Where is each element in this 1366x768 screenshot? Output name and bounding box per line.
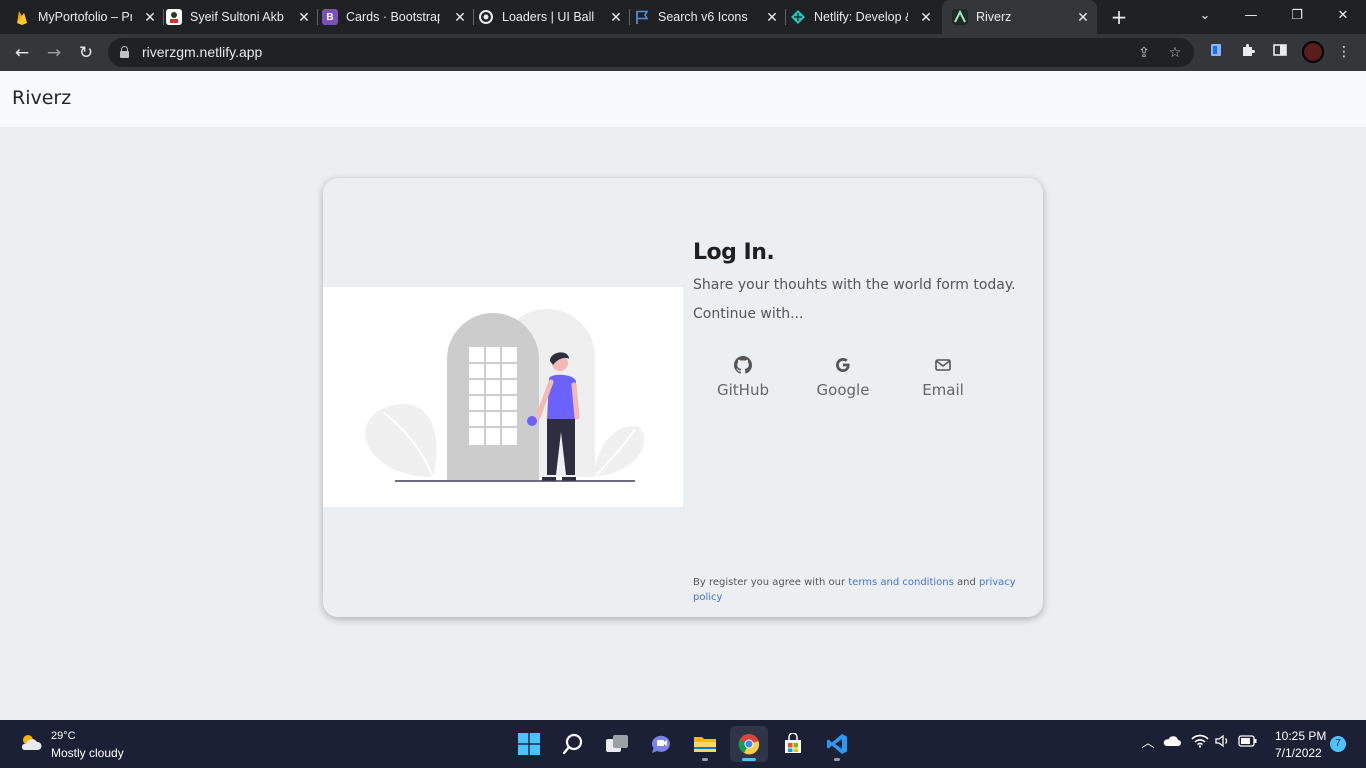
provider-label: GitHub [717, 381, 769, 399]
bookmark-star-icon[interactable]: ☆ [1165, 43, 1185, 63]
page-content: Riverz Log In. Share your thouhts with t… [0, 71, 1366, 720]
close-tab-icon[interactable]: ✕ [918, 9, 934, 25]
bootstrap-icon: B [322, 9, 338, 25]
provider-label: Google [816, 381, 870, 399]
terms-text: By register you agree with our terms and… [693, 575, 1038, 605]
start-button[interactable] [510, 726, 548, 762]
close-tab-icon[interactable]: ✕ [608, 9, 624, 25]
profile-avatar[interactable] [1302, 41, 1324, 63]
tab-title: Syeif Sultoni Akba [190, 10, 284, 24]
weather-description[interactable]: Mostly cloudy [51, 746, 124, 760]
chrome-taskbar-icon[interactable] [730, 726, 768, 762]
reload-icon[interactable]: ↻ [73, 40, 99, 66]
weather-cloudy-icon[interactable] [18, 730, 44, 756]
brand-logo-text[interactable]: Riverz [12, 87, 71, 109]
close-tab-icon[interactable]: ✕ [1075, 9, 1091, 25]
riverz-favicon [952, 9, 968, 25]
envelope-icon [934, 356, 952, 374]
task-view-icon[interactable] [598, 726, 636, 762]
close-tab-icon[interactable]: ✕ [764, 9, 780, 25]
tab-separator [785, 9, 786, 25]
close-tab-icon[interactable]: ✕ [452, 9, 468, 25]
profile-favicon [166, 9, 182, 25]
browser-tab-uiball[interactable]: Loaders | UI Ball ✕ [478, 0, 630, 34]
firebase-icon [14, 9, 30, 25]
volume-icon[interactable] [1213, 734, 1233, 754]
github-login-button[interactable]: GitHub [693, 356, 793, 408]
terms-prefix: By register you agree with our [693, 577, 849, 588]
login-illustration [323, 287, 683, 507]
tab-title: MyPortofolio – Pr [38, 10, 132, 24]
tab-title: Netlify: Develop & [814, 10, 908, 24]
browser-tab-riverz[interactable]: Riverz ✕ [942, 0, 1097, 34]
chat-icon[interactable] [642, 726, 680, 762]
battery-icon[interactable] [1238, 734, 1258, 754]
tab-title: Cards · Bootstrap [346, 10, 440, 24]
netlify-icon [790, 9, 806, 25]
tab-separator [317, 9, 318, 25]
login-subtitle: Share your thouhts with the world form t… [693, 277, 1016, 293]
clock-time[interactable]: 10:25 PM [1275, 729, 1326, 743]
file-explorer-icon[interactable] [686, 726, 724, 762]
google-login-button[interactable]: Google [793, 356, 893, 408]
restore-button[interactable]: ❐ [1274, 0, 1320, 34]
tab-title: Riverz [976, 10, 1012, 24]
browser-toolbar: ← → ↻ riverzgm.netlify.app ⇪ ☆ ⋮ [0, 34, 1366, 71]
extensions-puzzle-icon[interactable] [1238, 42, 1258, 62]
close-tab-icon[interactable]: ✕ [296, 9, 312, 25]
menu-kebab-icon[interactable]: ⋮ [1334, 42, 1354, 62]
uiball-icon [478, 9, 494, 25]
minimize-button[interactable]: — [1228, 0, 1274, 34]
close-window-button[interactable]: ✕ [1320, 0, 1366, 34]
extension-icon[interactable] [1206, 42, 1226, 62]
address-bar[interactable]: riverzgm.netlify.app ⇪ ☆ [108, 38, 1194, 67]
back-icon[interactable]: ← [9, 40, 35, 66]
tab-separator [473, 9, 474, 25]
onedrive-cloud-icon[interactable] [1162, 734, 1182, 754]
notification-badge[interactable]: 7 [1330, 736, 1346, 752]
new-tab-button[interactable]: + [1108, 6, 1130, 28]
url-text[interactable]: riverzgm.netlify.app [142, 44, 262, 60]
github-icon [734, 356, 752, 374]
microsoft-store-icon[interactable] [774, 726, 812, 762]
terms-link[interactable]: terms and conditions [848, 577, 954, 588]
tab-title: Search v6 Icons | [658, 10, 752, 24]
login-title: Log In. [693, 240, 775, 265]
share-icon[interactable]: ⇪ [1134, 43, 1154, 63]
terms-middle: and [953, 577, 979, 588]
clock-date[interactable]: 7/1/2022 [1275, 746, 1322, 760]
browser-tab-bootstrap[interactable]: B Cards · Bootstrap ✕ [322, 0, 474, 34]
tab-search-icon[interactable]: ⌄ [1182, 0, 1228, 34]
login-card: Log In. Share your thouhts with the worl… [323, 178, 1043, 617]
tab-separator [163, 9, 164, 25]
browser-tab-strip: MyPortofolio – Pr ✕ Syeif Sultoni Akba ✕… [0, 0, 1366, 34]
browser-tab-fontawesome[interactable]: Search v6 Icons | ✕ [634, 0, 786, 34]
side-panel-icon[interactable] [1270, 42, 1290, 62]
site-navbar: Riverz [0, 71, 1366, 127]
tray-overflow-chevron-icon[interactable]: ︿ [1138, 734, 1158, 754]
tab-separator [629, 9, 630, 25]
browser-tab-myportofolio[interactable]: MyPortofolio – Pr ✕ [14, 0, 164, 34]
provider-label: Email [922, 381, 964, 399]
fontawesome-flag-icon [634, 9, 650, 25]
browser-tab-netlify[interactable]: Netlify: Develop & ✕ [790, 0, 940, 34]
email-login-button[interactable]: Email [893, 356, 993, 408]
continue-with-label: Continue with... [693, 306, 804, 322]
weather-temperature[interactable]: 29°C [51, 730, 76, 742]
tab-title: Loaders | UI Ball [502, 10, 595, 24]
lock-icon[interactable] [120, 46, 129, 58]
wifi-icon[interactable] [1190, 734, 1210, 754]
google-icon [834, 356, 852, 374]
search-taskbar-icon[interactable] [554, 726, 592, 762]
close-tab-icon[interactable]: ✕ [142, 9, 158, 25]
browser-tab-syeif[interactable]: Syeif Sultoni Akba ✕ [166, 0, 318, 34]
forward-icon[interactable]: → [41, 40, 67, 66]
windows-taskbar: 29°C Mostly cloudy ︿ 10:25 PM 7/1/2022 7 [0, 720, 1366, 768]
vscode-icon[interactable] [818, 726, 856, 762]
